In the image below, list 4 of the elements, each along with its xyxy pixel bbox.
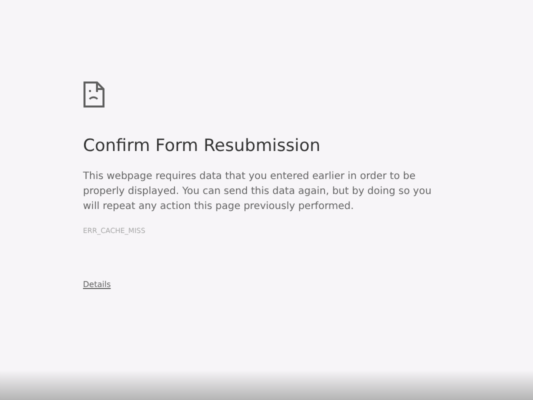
details-link[interactable]: Details <box>83 280 111 290</box>
error-message: This webpage requires data that you entered earlier in order to be properly displayed. You can send this data again, but by doing so you will repeat any action this page previously performed. <box>83 170 432 214</box>
page-heading: Confirm Form Resubmission <box>83 135 320 157</box>
sad-document-icon <box>83 81 105 108</box>
